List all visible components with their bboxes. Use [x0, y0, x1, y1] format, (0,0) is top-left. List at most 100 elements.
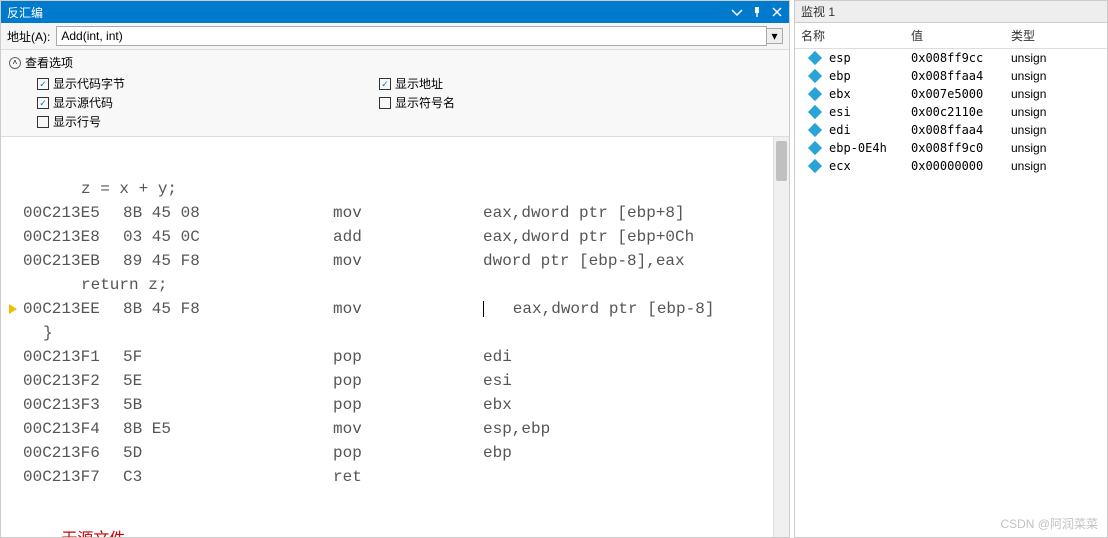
address-col: 00C213F2: [23, 372, 123, 390]
watch-row[interactable]: ebx0x007e5000unsign: [795, 85, 1107, 103]
mnemonic-col: mov: [333, 252, 483, 270]
disassembly-line[interactable]: }: [3, 321, 789, 345]
watch-value: 0x00000000: [911, 159, 1011, 173]
disassembly-panel: 反汇编 地址(A): ▾ ˄ 查看选项 ✓显示代码字节 ✓显示源代码 显示行号: [0, 0, 790, 538]
watch-name: edi: [829, 123, 911, 137]
address-col: 00C213E5: [23, 204, 123, 222]
disassembly-line[interactable]: return z;: [3, 273, 789, 297]
watch-header-row: 名称 值 类型: [795, 23, 1107, 49]
vertical-scrollbar[interactable]: [773, 137, 789, 537]
variable-icon: [808, 87, 822, 101]
disassembly-line[interactable]: 00C213F1 5Fpopedi: [3, 345, 789, 369]
operands-col: edi: [483, 348, 789, 366]
watch-row[interactable]: esp0x008ff9ccunsign: [795, 49, 1107, 67]
bytes-col: 5E: [123, 372, 333, 390]
operands-col: eax,dword ptr [ebp+8]: [483, 204, 789, 222]
watch-body: esp0x008ff9ccunsignebp0x008ffaa4unsigneb…: [795, 49, 1107, 537]
watch-type: unsign: [1011, 159, 1101, 173]
checkbox-show-line-number[interactable]: 显示行号: [37, 113, 379, 130]
operands-col: eax,dword ptr [ebp+0Ch: [483, 228, 789, 246]
view-options-label: 查看选项: [25, 54, 73, 71]
disassembly-line[interactable]: 00C213F6 5Dpopebp: [3, 441, 789, 465]
disassembly-listing[interactable]: z = x + y; 00C213E5 8B 45 08moveax,dword …: [1, 137, 789, 537]
mnemonic-col: mov: [333, 204, 483, 222]
disassembly-line[interactable]: z = x + y;: [3, 177, 789, 201]
watch-row[interactable]: esi0x00c2110eunsign: [795, 103, 1107, 121]
close-icon[interactable]: [771, 6, 783, 18]
watch-name: esi: [829, 105, 911, 119]
watch-value: 0x008ffaa4: [911, 69, 1011, 83]
view-options-toggle[interactable]: ˄ 查看选项: [9, 54, 781, 71]
operands-col: eax,dword ptr [ebp-8]: [483, 300, 789, 318]
bytes-col: 8B E5: [123, 420, 333, 438]
address-input[interactable]: [56, 26, 767, 46]
watch-name: ebx: [829, 87, 911, 101]
mnemonic-col: pop: [333, 372, 483, 390]
operands-col: ebx: [483, 396, 789, 414]
window-menu-icon[interactable]: [731, 6, 743, 18]
disassembly-line[interactable]: 00C213F2 5Epopesi: [3, 369, 789, 393]
watch-row[interactable]: edi0x008ffaa4unsign: [795, 121, 1107, 139]
mnemonic-col: mov: [333, 300, 483, 318]
address-label: 地址(A):: [7, 28, 50, 45]
disassembly-line[interactable]: 00C213EB 89 45 F8movdword ptr [ebp-8],ea…: [3, 249, 789, 273]
watch-value: 0x00c2110e: [911, 105, 1011, 119]
address-bar: 地址(A): ▾: [1, 23, 789, 50]
disassembly-title: 反汇编: [7, 4, 731, 21]
watch-value: 0x008ff9c0: [911, 141, 1011, 155]
watch-header-name[interactable]: 名称: [801, 27, 911, 44]
watch-type: unsign: [1011, 87, 1101, 101]
bytes-col: 5B: [123, 396, 333, 414]
mnemonic-col: ret: [333, 468, 483, 486]
watch-name: esp: [829, 51, 911, 65]
disassembly-line[interactable]: 00C213E8 03 45 0Caddeax,dword ptr [ebp+0…: [3, 225, 789, 249]
watch-type: unsign: [1011, 69, 1101, 83]
view-options: ˄ 查看选项 ✓显示代码字节 ✓显示源代码 显示行号 ✓显示地址 显示符号名: [1, 50, 789, 137]
source-line: }: [23, 324, 53, 342]
disassembly-titlebar: 反汇编: [1, 1, 789, 23]
watch-title: 监视 1: [801, 3, 1085, 20]
bytes-col: 03 45 0C: [123, 228, 333, 246]
bytes-col: 89 45 F8: [123, 252, 333, 270]
address-col: 00C213E8: [23, 228, 123, 246]
watch-row[interactable]: ebp-0E4h0x008ff9c0unsign: [795, 139, 1107, 157]
watch-header-type[interactable]: 类型: [1011, 27, 1101, 44]
address-col: 00C213F6: [23, 444, 123, 462]
scrollbar-thumb[interactable]: [776, 141, 787, 181]
bytes-col: 8B 45 F8: [123, 300, 333, 318]
current-line-icon: [9, 304, 17, 314]
watch-row[interactable]: ecx0x00000000unsign: [795, 157, 1107, 175]
bytes-col: 5D: [123, 444, 333, 462]
collapse-icon: ˄: [9, 57, 21, 69]
checkbox-show-symbol-name[interactable]: 显示符号名: [379, 94, 455, 111]
source-line: return z;: [23, 276, 167, 294]
pin-icon[interactable]: [751, 6, 763, 18]
watch-name: ecx: [829, 159, 911, 173]
address-dropdown-icon[interactable]: ▾: [767, 28, 783, 44]
mnemonic-col: add: [333, 228, 483, 246]
disassembly-line[interactable]: 00C213F3 5Bpopebx: [3, 393, 789, 417]
checkbox-show-source-code[interactable]: ✓显示源代码: [37, 94, 379, 111]
mnemonic-col: pop: [333, 444, 483, 462]
variable-icon: [808, 69, 822, 83]
checkbox-show-address[interactable]: ✓显示地址: [379, 75, 455, 92]
source-line: z = x + y;: [23, 180, 177, 198]
watch-panel: 监视 1 名称 值 类型 esp0x008ff9ccunsignebp0x008…: [794, 0, 1108, 538]
disassembly-line[interactable]: 00C213EE 8B 45 F8mov eax,dword ptr [ebp-…: [3, 297, 789, 321]
watch-row[interactable]: ebp0x008ffaa4unsign: [795, 67, 1107, 85]
checkbox-show-code-bytes[interactable]: ✓显示代码字节: [37, 75, 379, 92]
disassembly-line[interactable]: 00C213F7 C3ret: [3, 465, 789, 489]
mnemonic-col: mov: [333, 420, 483, 438]
address-col: 00C213F7: [23, 468, 123, 486]
watch-value: 0x008ff9cc: [911, 51, 1011, 65]
bytes-col: C3: [123, 468, 333, 486]
disassembly-line[interactable]: 00C213E5 8B 45 08moveax,dword ptr [ebp+8…: [3, 201, 789, 225]
address-col: 00C213EB: [23, 252, 123, 270]
no-source-line: --- 无源文件 -------------------------------…: [3, 525, 789, 537]
address-col: 00C213F1: [23, 348, 123, 366]
operands-col: esi: [483, 372, 789, 390]
disassembly-line[interactable]: 00C213F4 8B E5movesp,ebp: [3, 417, 789, 441]
watch-header-value[interactable]: 值: [911, 27, 1011, 44]
bytes-col: 5F: [123, 348, 333, 366]
variable-icon: [808, 141, 822, 155]
